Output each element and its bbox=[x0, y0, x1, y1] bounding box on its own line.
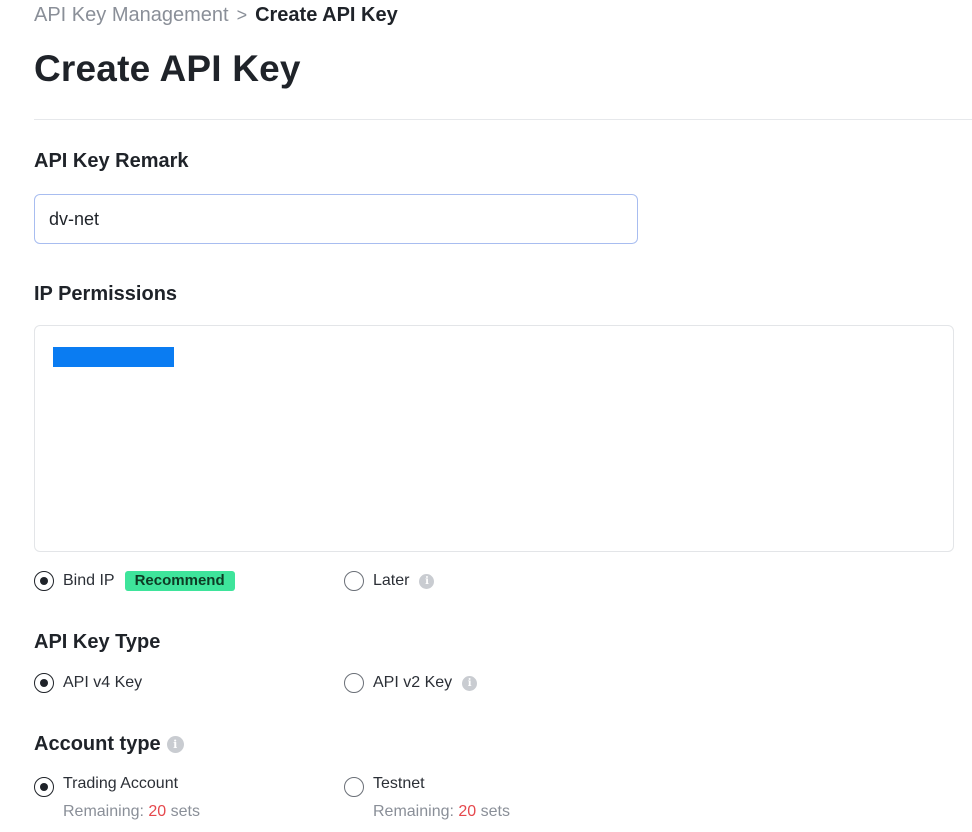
info-icon[interactable]: i bbox=[419, 573, 435, 589]
radio-testnet[interactable]: Testnet Remaining: 20 sets bbox=[344, 774, 510, 822]
api-key-remark-label: API Key Remark bbox=[34, 150, 189, 172]
radio-circle[interactable] bbox=[344, 777, 364, 797]
breadcrumb: API Key Management > Create API Key bbox=[34, 3, 398, 27]
account-type-heading: Account type i bbox=[34, 731, 184, 757]
redacted-ip-block bbox=[53, 347, 174, 367]
bind-ip-label: Bind IP bbox=[63, 572, 115, 589]
api-key-type-label: API Key Type bbox=[34, 631, 161, 653]
breadcrumb-current: Create API Key bbox=[255, 4, 398, 26]
remaining-suffix: sets bbox=[170, 803, 200, 820]
api-v2-key-label: API v2 Key bbox=[373, 674, 453, 691]
chevron-right-icon: > bbox=[236, 5, 248, 25]
radio-api-v4-key[interactable]: API v4 Key bbox=[34, 673, 142, 693]
remaining-count: 20 bbox=[458, 803, 477, 820]
remaining-prefix: Remaining: bbox=[63, 803, 144, 820]
radio-circle[interactable] bbox=[344, 673, 364, 693]
radio-circle[interactable] bbox=[344, 571, 364, 591]
radio-bind-ip[interactable]: Bind IP Recommend bbox=[34, 571, 235, 591]
remaining-prefix: Remaining: bbox=[373, 803, 454, 820]
account-type-label: Account type bbox=[34, 733, 161, 755]
remaining-sets-text: Remaining: 20 sets bbox=[373, 802, 510, 822]
ip-permissions-label: IP Permissions bbox=[34, 283, 178, 305]
radio-circle-checked[interactable] bbox=[34, 673, 54, 693]
testnet-label: Testnet bbox=[373, 775, 425, 792]
remaining-sets-text: Remaining: 20 sets bbox=[63, 802, 200, 822]
radio-trading-account[interactable]: Trading Account Remaining: 20 sets bbox=[34, 774, 200, 822]
trading-account-label: Trading Account bbox=[63, 775, 179, 792]
breadcrumb-link-api-key-management[interactable]: API Key Management bbox=[34, 4, 229, 26]
api-key-remark-input[interactable] bbox=[34, 194, 638, 244]
radio-circle-checked[interactable] bbox=[34, 571, 54, 591]
ip-permissions-textarea[interactable] bbox=[34, 325, 954, 552]
api-v4-key-label: API v4 Key bbox=[63, 674, 143, 691]
divider bbox=[34, 119, 972, 120]
remaining-count: 20 bbox=[148, 803, 167, 820]
later-label: Later bbox=[373, 572, 410, 589]
info-icon[interactable]: i bbox=[166, 735, 184, 753]
radio-api-v2-key[interactable]: API v2 Key i bbox=[344, 673, 478, 693]
page-title: Create API Key bbox=[34, 48, 301, 89]
radio-circle-checked[interactable] bbox=[34, 777, 54, 797]
info-icon[interactable]: i bbox=[462, 675, 478, 691]
recommend-badge: Recommend bbox=[124, 571, 235, 591]
remaining-suffix: sets bbox=[480, 803, 510, 820]
radio-later[interactable]: Later i bbox=[344, 571, 435, 591]
